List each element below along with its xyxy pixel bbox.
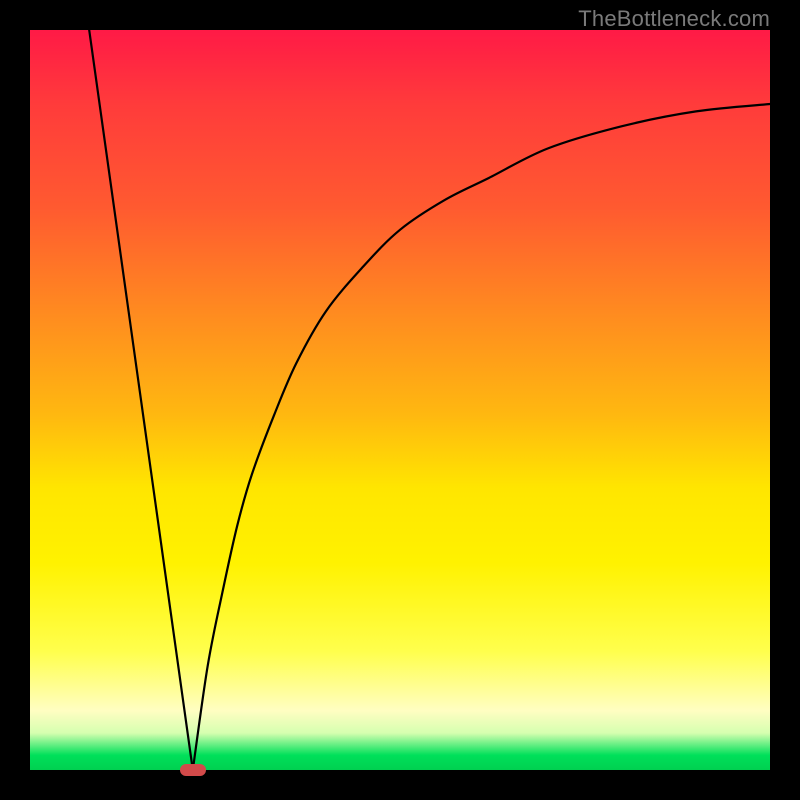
watermark-text: TheBottleneck.com (578, 6, 770, 32)
optimal-point-marker (180, 764, 206, 776)
chart-frame: TheBottleneck.com (0, 0, 800, 800)
curve-svg (30, 30, 770, 770)
curve-right-branch (193, 104, 770, 770)
plot-area (30, 30, 770, 770)
curve-left-branch (89, 30, 193, 770)
